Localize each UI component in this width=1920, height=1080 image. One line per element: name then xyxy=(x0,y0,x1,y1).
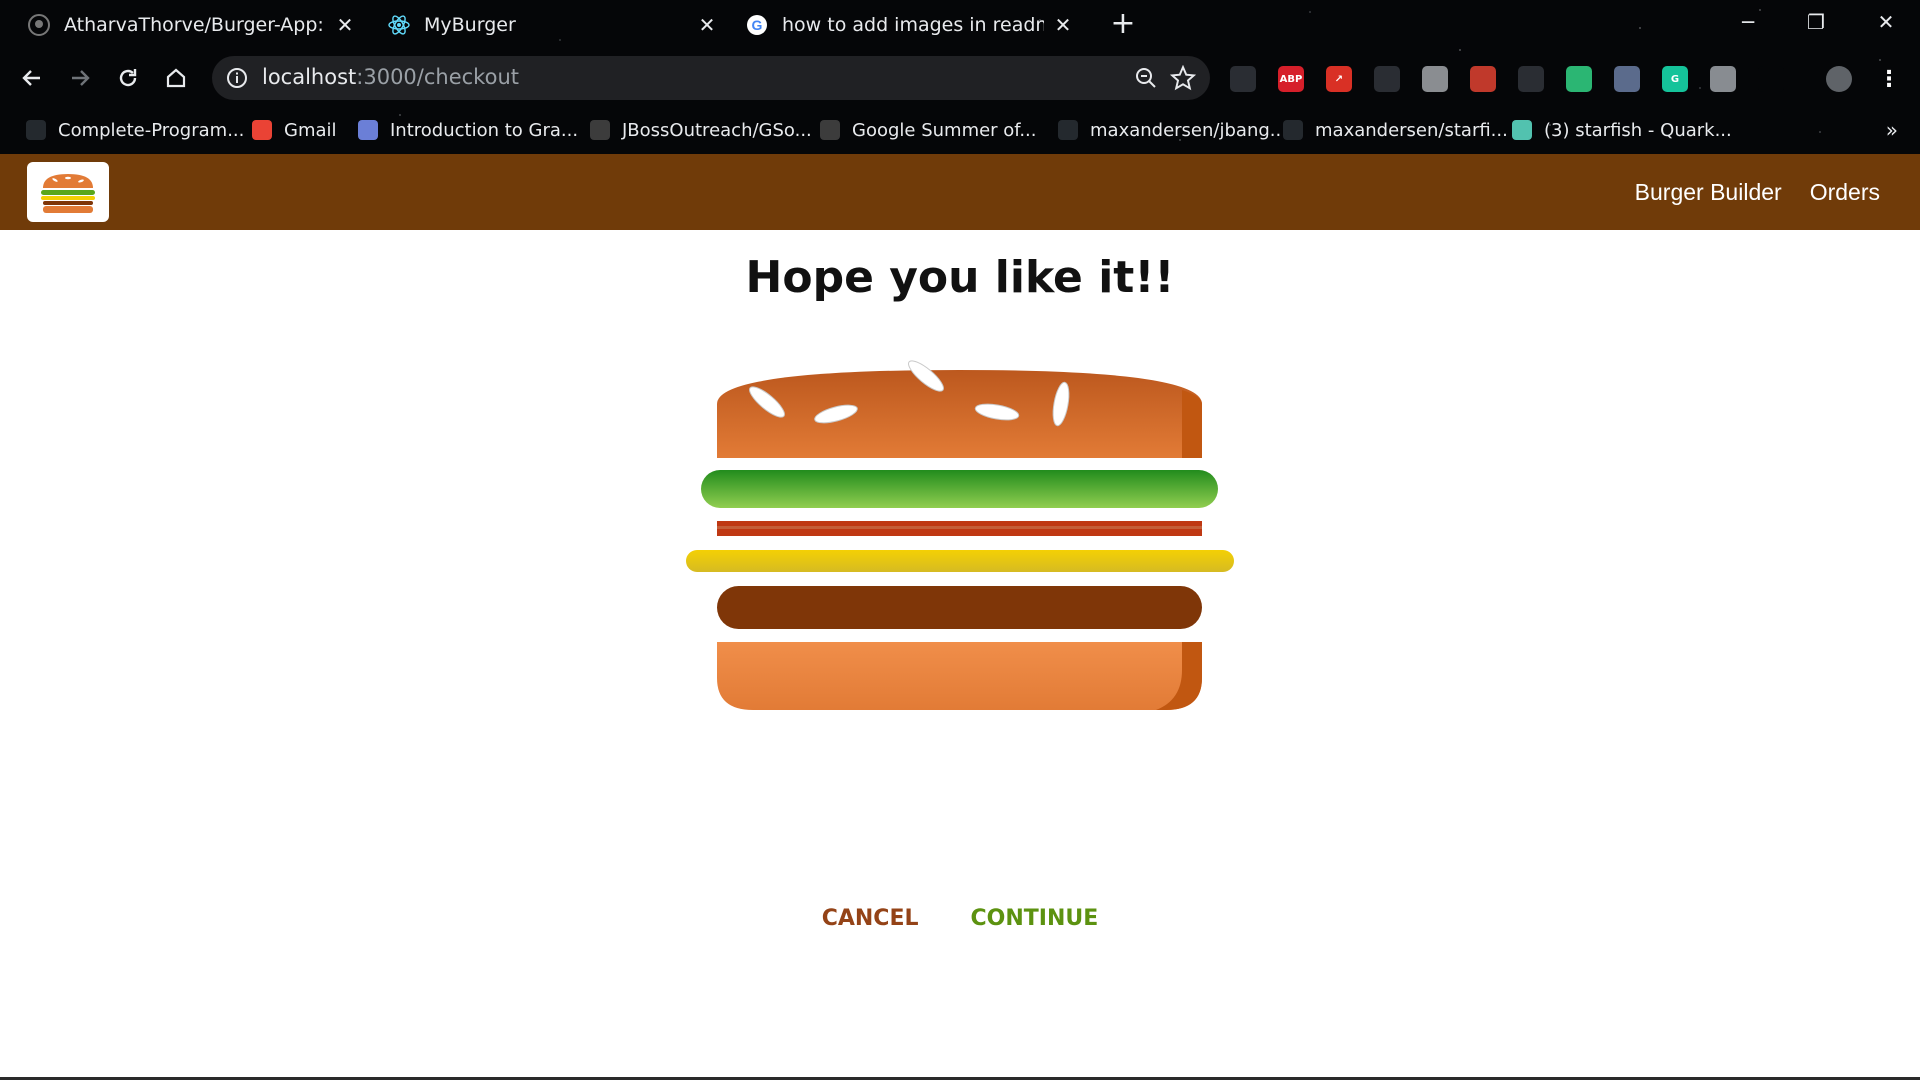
bookmark-item[interactable]: Gmail xyxy=(252,116,337,144)
gmail-icon xyxy=(252,120,272,140)
github-icon xyxy=(1283,120,1303,140)
close-window-icon[interactable]: ✕ xyxy=(1866,8,1906,38)
arrow-right-icon xyxy=(72,70,90,86)
home-icon xyxy=(166,68,186,88)
tab-github-burger-app[interactable]: AtharvaThorve/Burger-App: A Re ✕ xyxy=(28,6,358,44)
continue-button[interactable]: CONTINUE xyxy=(945,906,1125,931)
bookmark-label: Google Summer of... xyxy=(852,119,1037,141)
bookmark-label: Introduction to Gra... xyxy=(390,119,579,141)
url-path: :3000/checkout xyxy=(356,65,519,89)
gsoc-icon xyxy=(820,120,840,140)
tab-title: AtharvaThorve/Burger-App: A Re xyxy=(64,14,324,36)
burger-logo[interactable] xyxy=(27,162,109,222)
salad-layer xyxy=(701,470,1218,508)
tab-title: MyBurger xyxy=(424,14,516,36)
nav-burger-builder[interactable]: Burger Builder xyxy=(1635,179,1782,206)
jboss-icon xyxy=(590,120,610,140)
bookmark-item[interactable]: Complete-Program... xyxy=(26,116,244,144)
bookmark-label: maxandersen/jbang... xyxy=(1090,119,1287,141)
restore-icon[interactable]: ❐ xyxy=(1796,8,1836,38)
adblock-plus-icon[interactable]: ABP xyxy=(1278,66,1304,92)
glasses-ext-icon[interactable] xyxy=(1374,66,1400,92)
reader-ext-icon[interactable] xyxy=(1710,66,1736,92)
main-nav: Burger Builder Orders xyxy=(1607,154,1880,230)
zoom-icon[interactable] xyxy=(1134,66,1158,90)
tab-strip: AtharvaThorve/Burger-App: A Re ✕ MyBurge… xyxy=(0,0,1920,50)
burger-preview xyxy=(686,360,1234,710)
tab-title: how to add images in readme file xyxy=(782,14,1044,36)
bookmark-star-icon[interactable] xyxy=(1170,65,1196,91)
reload-button[interactable] xyxy=(110,60,146,96)
burger-logo-icon xyxy=(41,174,95,213)
back-button[interactable] xyxy=(14,60,50,96)
bookmarks-bar: » Complete-Program... Gmail Introduction t… xyxy=(0,110,1920,150)
bread-bottom xyxy=(717,642,1202,710)
bookmark-label: Complete-Program... xyxy=(58,119,245,141)
bread-top xyxy=(717,360,1202,458)
tab-myburger[interactable]: MyBurger ✕ xyxy=(388,6,720,44)
new-tab-button[interactable]: + xyxy=(1108,9,1138,40)
meat-layer xyxy=(717,586,1202,629)
bookmark-item[interactable]: (3) starfish - Quark... xyxy=(1512,116,1732,144)
checkout-headline: Hope you like it!! xyxy=(745,252,1175,303)
bookmark-label: maxandersen/starfi... xyxy=(1315,119,1508,141)
github-icon xyxy=(26,120,46,140)
profile-avatar[interactable] xyxy=(1826,66,1852,92)
forward-button[interactable] xyxy=(62,60,98,96)
dots-ext-icon[interactable] xyxy=(1470,66,1496,92)
bookmarks-overflow-icon[interactable]: » xyxy=(1886,118,1898,142)
url-text[interactable]: localhost:3000/checkout xyxy=(262,65,519,89)
pencil-icon[interactable] xyxy=(1230,66,1256,92)
target-ext-icon[interactable] xyxy=(1566,66,1592,92)
satellite-ext-icon[interactable] xyxy=(1518,66,1544,92)
cheese-layer xyxy=(686,550,1234,572)
arrow-left-icon xyxy=(22,70,40,86)
bookmark-item[interactable]: maxandersen/jbang... xyxy=(1058,116,1287,144)
home-button[interactable] xyxy=(158,60,194,96)
bookmark-item[interactable]: JBossOutreach/GSo... xyxy=(590,116,812,144)
github-icon xyxy=(28,14,50,36)
bookmark-item[interactable]: maxandersen/starfi... xyxy=(1283,116,1508,144)
bookmark-item[interactable]: Introduction to Gra... xyxy=(358,116,578,144)
url-host: localhost xyxy=(262,65,357,89)
menu-kebab-icon[interactable]: ⋮ xyxy=(1876,66,1902,92)
app-toolbar: Burger Builder Orders xyxy=(0,154,1920,230)
nav-orders[interactable]: Orders xyxy=(1810,179,1880,206)
arrow-ext-icon[interactable]: ↗ xyxy=(1326,66,1352,92)
checkout-actions: CANCEL CONTINUE xyxy=(0,906,1920,931)
mercury-ext-icon[interactable] xyxy=(1422,66,1448,92)
reload-icon xyxy=(119,69,137,87)
close-tab-icon[interactable]: ✕ xyxy=(332,12,358,38)
browser-toolbar: localhost:3000/checkout ABP ↗ G ⋮ xyxy=(0,52,1920,102)
github-icon xyxy=(1058,120,1078,140)
address-bar[interactable]: localhost:3000/checkout xyxy=(212,56,1210,100)
cancel-button[interactable]: CANCEL xyxy=(796,906,945,931)
grammarly-icon[interactable]: G xyxy=(1662,66,1688,92)
zulip-icon xyxy=(1512,120,1532,140)
close-tab-icon[interactable]: ✕ xyxy=(1050,12,1076,38)
browser-chrome: AtharvaThorve/Burger-App: A Re ✕ MyBurge… xyxy=(0,0,1920,154)
minimize-icon[interactable]: ─ xyxy=(1728,8,1768,38)
playlist-icon[interactable] xyxy=(1758,66,1784,92)
info-icon[interactable] xyxy=(226,67,248,89)
react-icon xyxy=(388,14,410,36)
tab-google-search[interactable]: G how to add images in readme file ✕ xyxy=(746,6,1076,44)
svg-text:G: G xyxy=(752,17,763,33)
bookmark-label: Gmail xyxy=(284,119,337,141)
course-icon xyxy=(358,120,378,140)
google-icon: G xyxy=(746,14,768,36)
bookmark-label: JBossOutreach/GSo... xyxy=(622,119,812,141)
close-tab-icon[interactable]: ✕ xyxy=(694,12,720,38)
bookmark-item[interactable]: Google Summer of... xyxy=(820,116,1037,144)
bookmark-label: (3) starfish - Quark... xyxy=(1544,119,1732,141)
o-ext-icon[interactable] xyxy=(1614,66,1640,92)
